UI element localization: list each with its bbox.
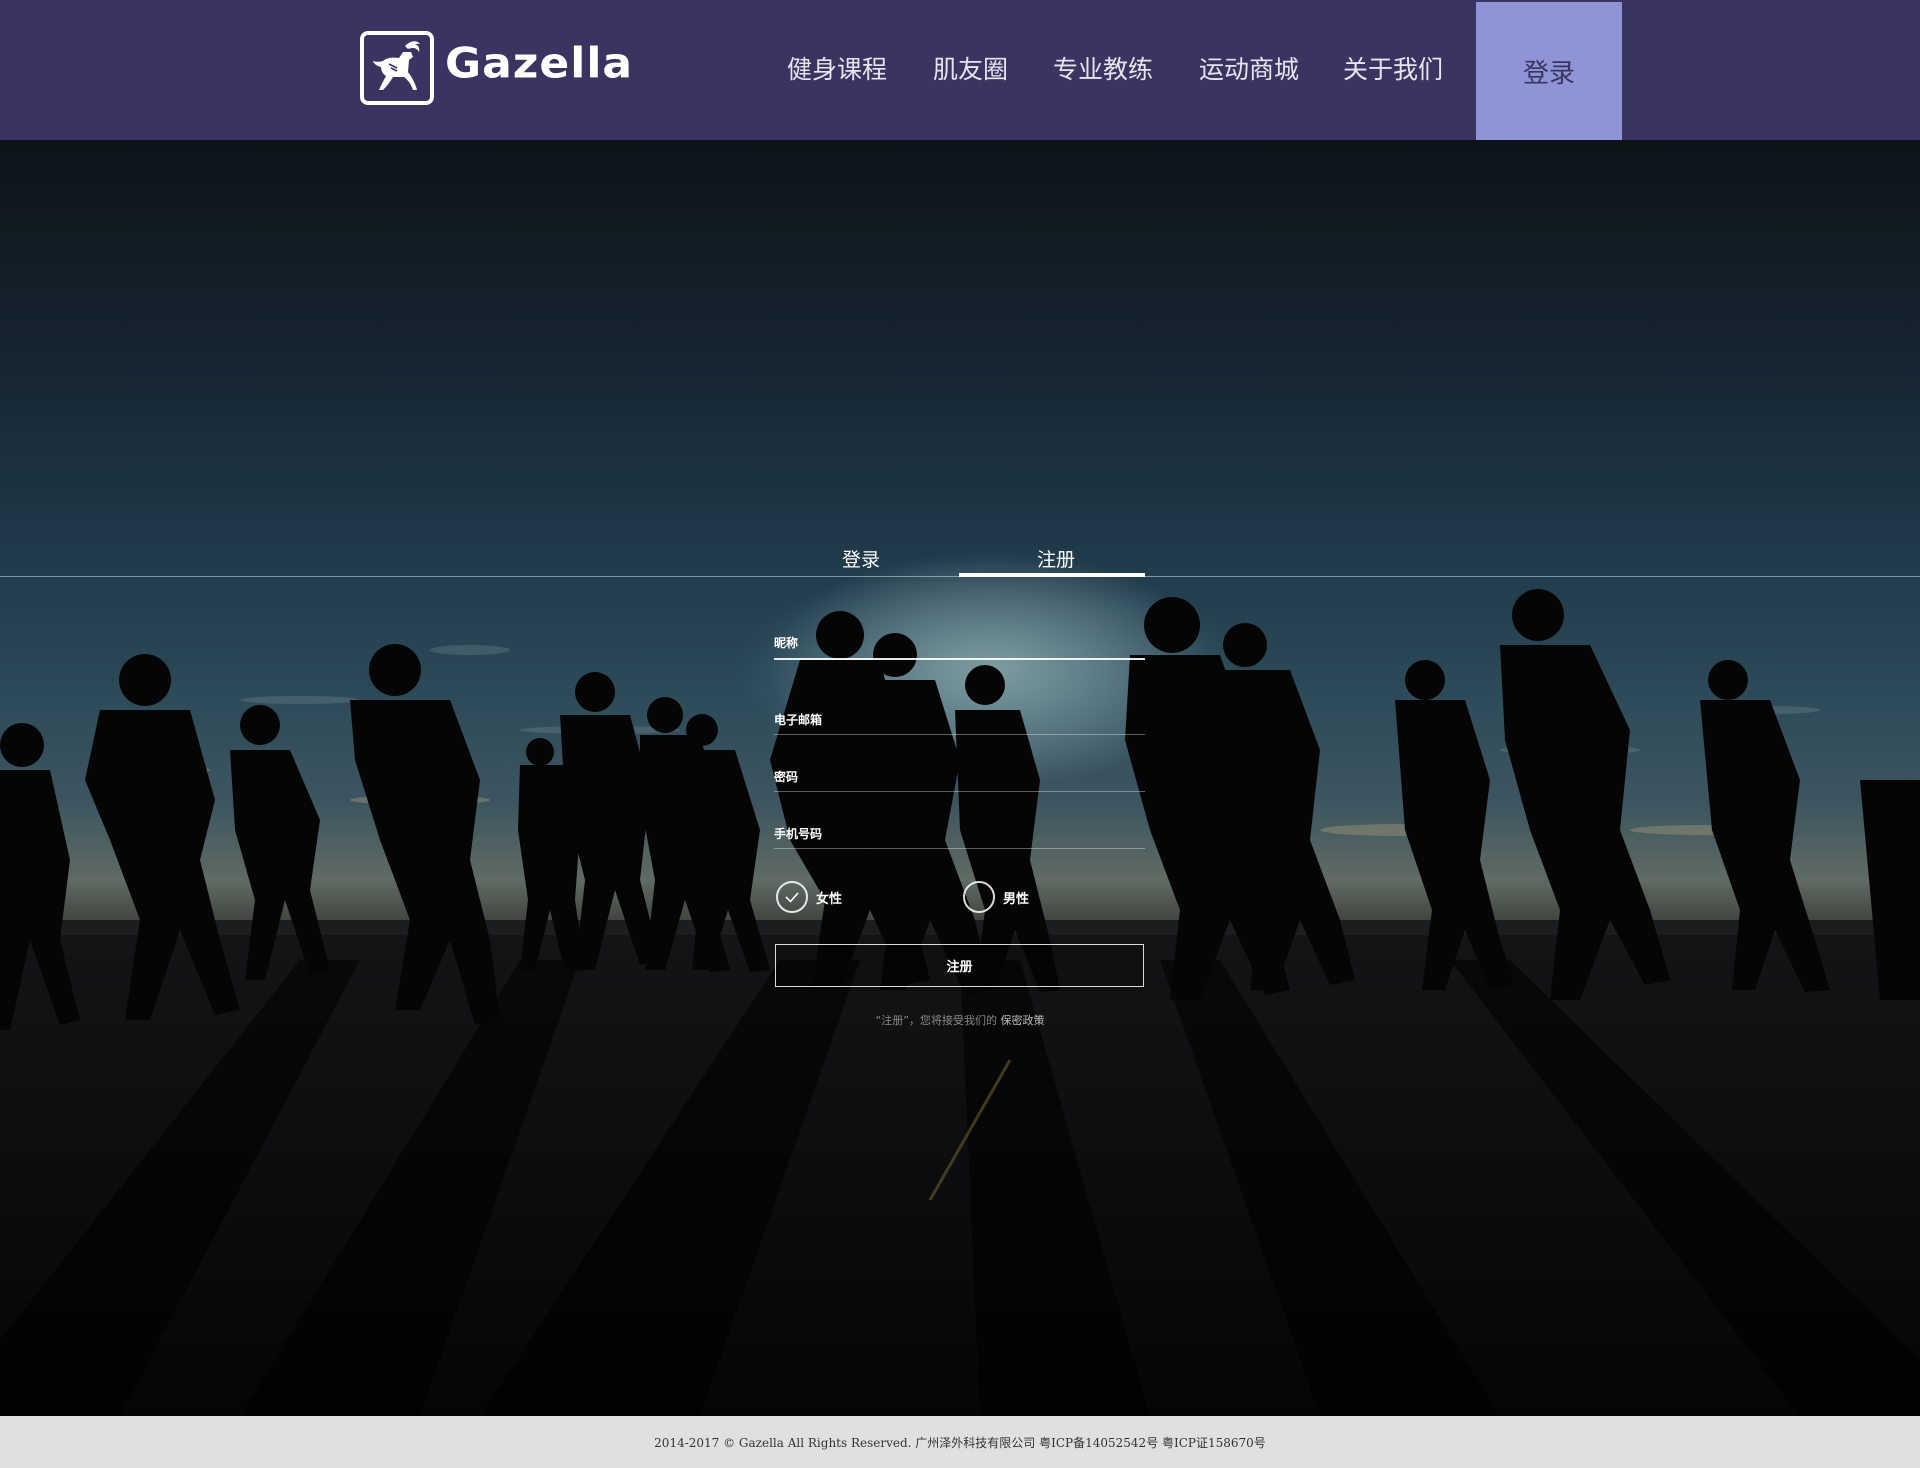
nav-item-fitness-courses[interactable]: 健身课程 [787,50,887,86]
privacy-policy-link[interactable]: 保密政策 [1000,1014,1044,1027]
register-submit-button[interactable]: 注册 [775,944,1144,987]
nickname-underline [774,658,1145,660]
privacy-notice-text: “注册”，您将接受我们的 [875,1014,997,1027]
gazelle-logo-icon [360,31,434,105]
nav-item-sports-store[interactable]: 运动商城 [1199,50,1299,86]
phone-underline [774,848,1145,849]
nickname-input[interactable] [774,632,1145,654]
hero-background: 登录 注册 昵称 电子邮箱 密码 手机号码 女性 男性 注册 “注册”，您将接受… [0,140,1920,1416]
email-field: 电子邮箱 [774,705,1145,737]
email-underline [774,734,1145,735]
nav-item-coaches[interactable]: 专业教练 [1053,50,1153,86]
header-login-button[interactable]: 登录 [1476,2,1622,140]
tab-active-indicator [959,573,1145,577]
brand-logo[interactable]: Gazella [359,30,632,108]
footer: 2014-2017 © Gazella All Rights Reserved.… [0,1416,1920,1468]
gender-male-label: 男性 [1003,892,1030,907]
copyright-text: 2014-2017 © Gazella All Rights Reserved.… [654,1435,1266,1450]
gender-female-label: 女性 [816,892,843,907]
check-icon [785,892,799,903]
nav-item-about-us[interactable]: 关于我们 [1343,50,1443,86]
password-field: 密码 [774,762,1145,794]
radio-circle-male [963,881,995,913]
top-navbar: Gazella 健身课程 肌友圈 专业教练 运动商城 关于我们 登录 [0,0,1920,141]
nickname-field: 昵称 [774,628,1145,660]
password-underline [774,791,1145,792]
page: Gazella 健身课程 肌友圈 专业教练 运动商城 关于我们 登录 登录 注册… [0,0,1920,1468]
email-input[interactable] [774,709,1145,731]
tab-register[interactable]: 注册 [963,545,1149,572]
tab-login[interactable]: 登录 [768,545,954,572]
phone-input[interactable] [774,823,1145,845]
brand-name: Gazella [445,39,634,88]
radio-circle-female [776,881,808,913]
password-input[interactable] [774,766,1145,788]
phone-field: 手机号码 [774,819,1145,851]
privacy-notice: “注册”，您将接受我们的 保密政策 [0,1012,1920,1028]
nav-item-fitness-circle[interactable]: 肌友圈 [933,50,1008,86]
